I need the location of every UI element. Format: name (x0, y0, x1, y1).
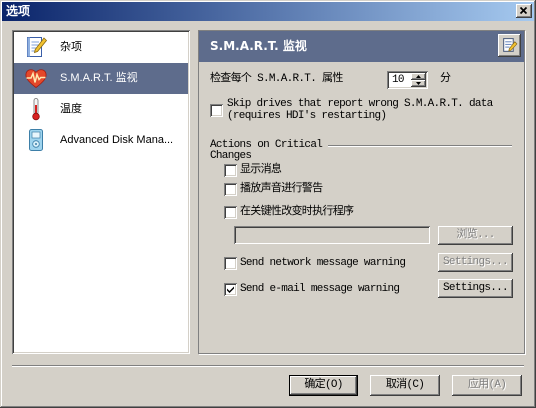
arrow-down-icon (416, 82, 421, 85)
run-program-checkbox[interactable] (224, 206, 237, 219)
footer-separator (12, 365, 524, 367)
disk-device-icon (29, 129, 43, 151)
show-message-checkbox[interactable] (224, 164, 237, 177)
group-divider (328, 145, 512, 147)
interval-unit: 分 (440, 73, 451, 85)
apply-button[interactable]: 应用(A) (452, 375, 522, 396)
browse-button-label: 浏览... (456, 229, 495, 241)
interval-label: 检查每个 S.M.A.R.T. 属性 (210, 73, 343, 85)
email-settings-button[interactable]: Settings... (438, 279, 513, 298)
options-dialog: 选项 杂项 S.M.A.R.T. 监视 温度 Advanced Disk Man… (0, 0, 536, 408)
email-settings-label: Settings... (443, 282, 509, 294)
cancel-button[interactable]: 取消(C) (370, 375, 440, 396)
ok-button[interactable]: 确定(O) (289, 375, 358, 396)
email-warning-label: Send e-mail message warning (240, 283, 400, 295)
checklist-icon (27, 37, 48, 57)
category-list[interactable]: 杂项 S.M.A.R.T. 监视 温度 Advanced Disk Mana..… (12, 30, 190, 354)
smart-settings-panel: S.M.A.R.T. 监视 检查每个 S.M.A.R.T. 属性 10 分 Sk… (198, 30, 525, 354)
list-item-smart[interactable]: S.M.A.R.T. 监视 (14, 63, 188, 94)
run-program-label: 在关键性改变时执行程序 (240, 206, 354, 218)
network-warning-label: Send network message warning (240, 257, 406, 269)
network-settings-button[interactable]: Settings... (438, 253, 513, 272)
list-item-label: 温度 (60, 103, 82, 115)
browse-button[interactable]: 浏览... (438, 226, 513, 245)
play-sound-checkbox[interactable] (224, 183, 237, 196)
list-item-label: S.M.A.R.T. 监视 (60, 72, 138, 84)
network-warning-checkbox[interactable] (224, 257, 237, 270)
thermometer-icon (32, 98, 40, 121)
ok-button-label: 确定(O) (304, 379, 343, 391)
skip-drives-checkbox[interactable] (210, 104, 223, 117)
spinner-up-button[interactable] (411, 73, 426, 80)
list-item-label: Advanced Disk Mana... (60, 134, 174, 146)
arrow-up-icon (416, 75, 421, 78)
title-bar[interactable]: 选项 (2, 2, 534, 21)
actions-group-title-line2: Changes (210, 150, 252, 162)
email-warning-checkbox[interactable] (224, 283, 237, 296)
close-icon (519, 6, 528, 15)
apply-button-label: 应用(A) (467, 379, 507, 391)
skip-drives-label-line2: (requires HDI's restarting) (227, 110, 387, 122)
interval-spinner[interactable]: 10 (387, 71, 428, 89)
list-item-label: 杂项 (60, 41, 82, 53)
show-message-label: 显示消息 (240, 164, 282, 176)
list-item-advanced-disk[interactable]: Advanced Disk Mana... (14, 125, 188, 156)
program-path-input[interactable] (234, 226, 430, 244)
interval-value[interactable]: 10 (392, 71, 405, 89)
network-settings-label: Settings... (443, 256, 509, 268)
notes-edit-icon (503, 38, 518, 52)
close-button[interactable] (516, 4, 532, 18)
check-mark-icon (227, 286, 234, 293)
panel-title: S.M.A.R.T. 监视 (210, 39, 307, 53)
list-item-temperature[interactable]: 温度 (14, 94, 188, 125)
header-edit-button[interactable] (498, 34, 521, 57)
spinner-down-button[interactable] (411, 80, 426, 87)
heart-monitor-icon (25, 69, 47, 89)
cancel-button-label: 取消(C) (385, 379, 425, 391)
play-sound-label: 播放声音进行警告 (240, 183, 323, 195)
list-item-misc[interactable]: 杂项 (14, 32, 188, 63)
skip-drives-label-line1: Skip drives that report wrong S.M.A.R.T.… (227, 98, 493, 110)
window-title: 选项 (6, 4, 31, 18)
panel-header: S.M.A.R.T. 监视 (199, 31, 524, 62)
